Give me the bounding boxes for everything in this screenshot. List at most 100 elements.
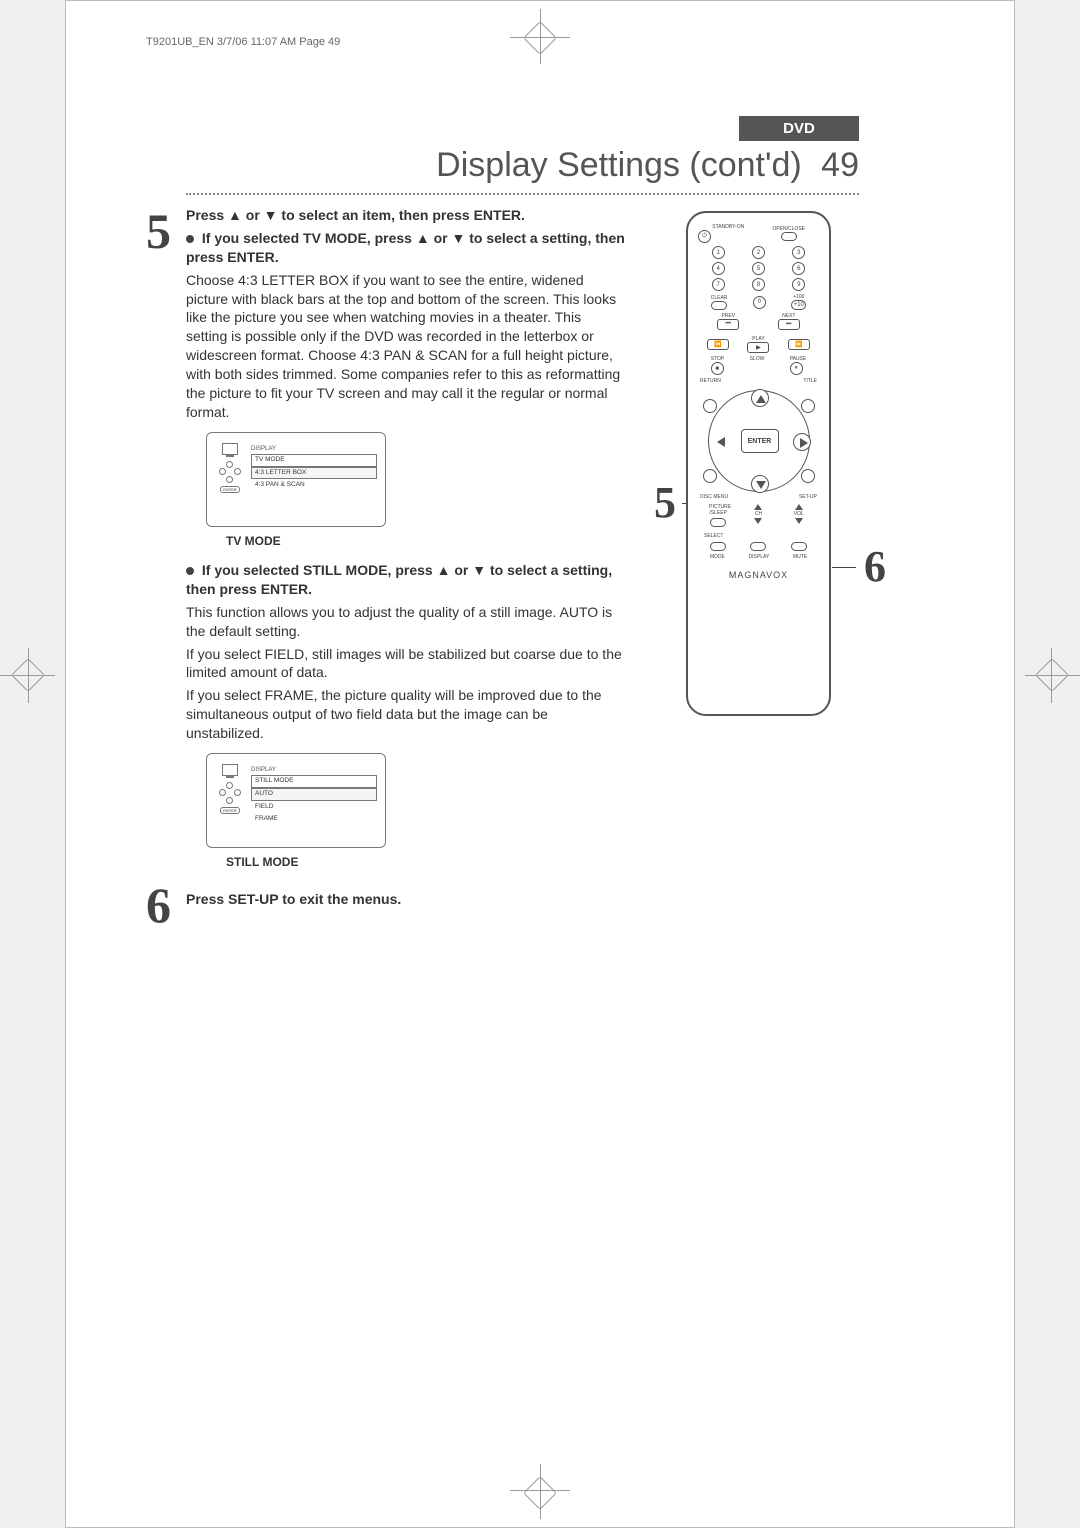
- numpad-3: 3: [792, 246, 805, 259]
- dpad-down: [751, 475, 769, 493]
- label-setup: SET-UP: [799, 494, 817, 500]
- label-openclose: OPEN/CLOSE: [759, 226, 820, 232]
- numpad-1: 1: [712, 246, 725, 259]
- stop-button: ■: [711, 362, 724, 375]
- osd-nav-icons: ENTER: [215, 764, 245, 814]
- label-vol: VOL: [790, 511, 808, 517]
- return-button: [703, 399, 717, 413]
- osd-stillmode-menu: DISPLAY STILL MODE AUTO FIELD FRAME: [251, 766, 377, 826]
- label-picture: PICTURE /SLEEP: [709, 504, 727, 516]
- ch-up-icon: [754, 504, 762, 510]
- remote-diagram: 5 6 STANDBY-ON⏻ OPEN/CLOSE 123 456 789 C…: [686, 211, 831, 716]
- step-number-5: 5: [146, 198, 171, 266]
- bullet-icon: [186, 567, 194, 575]
- label-title: TITLE: [803, 378, 817, 384]
- osd-nav-icons: ENTER: [215, 443, 245, 493]
- title-button: [801, 399, 815, 413]
- label-clear: CLEAR: [711, 295, 728, 301]
- dpad-left-icon: [717, 437, 725, 447]
- osd-row: TV MODE: [251, 454, 377, 467]
- ff-button: ⏩: [788, 339, 810, 350]
- label-plus100: +100: [791, 294, 806, 300]
- numpad-8: 8: [752, 278, 765, 291]
- step5-stillmode-body1: This function allows you to adjust the q…: [186, 603, 626, 641]
- pause-button: ⏸: [790, 362, 803, 375]
- osd-tvmode: ENTER DISPLAY TV MODE 4:3 LETTER BOX 4:3…: [206, 432, 386, 527]
- label-select: SELECT: [704, 533, 723, 539]
- ch-vol-controls: PICTURE /SLEEP CH VOL: [698, 504, 819, 529]
- content-column: 5 Press ▲ or ▼ to select an item, then p…: [186, 206, 626, 913]
- step5-stillmode-heading: If you selected STILL MODE, press ▲ or ▼…: [186, 561, 626, 599]
- label-pause: PAUSE: [790, 356, 807, 362]
- divider-dotted: [186, 193, 859, 195]
- numpad-0: 0: [753, 296, 766, 309]
- step6-heading: Press SET-UP to exit the menus.: [186, 890, 626, 909]
- osd-caption: TV MODE: [226, 533, 626, 549]
- tv-icon: [222, 443, 238, 455]
- section-tag: DVD: [739, 116, 859, 141]
- crop-mark: [523, 1476, 557, 1510]
- step-6: 6 Press SET-UP to exit the menus.: [186, 890, 626, 909]
- numpad-6: 6: [792, 262, 805, 275]
- label-mode: MODE: [710, 554, 725, 560]
- enter-icon: ENTER: [220, 807, 240, 814]
- osd-stillmode: ENTER DISPLAY STILL MODE AUTO FIELD FRAM…: [206, 753, 386, 848]
- display-button: [750, 542, 766, 551]
- prev-button: ⏮: [717, 319, 739, 330]
- osd-row: FIELD: [251, 801, 377, 814]
- standby-button: ⏻: [698, 230, 711, 243]
- next-button: ⏭: [778, 319, 800, 330]
- label-stop: STOP: [711, 356, 725, 362]
- bullet-icon: [186, 235, 194, 243]
- enter-icon: ENTER: [220, 486, 240, 493]
- picture-button: [710, 518, 726, 527]
- clear-button: [711, 301, 727, 310]
- dpad-icon: [219, 782, 241, 804]
- step5-heading: Press ▲ or ▼ to select an item, then pre…: [186, 206, 626, 225]
- osd-header: DISPLAY: [251, 766, 377, 774]
- remote-brand: MAGNAVOX: [698, 570, 819, 580]
- ch-down-icon: [754, 518, 762, 524]
- manual-page: T9201UB_EN 3/7/06 11:07 AM Page 49 DVD D…: [65, 0, 1015, 1528]
- numpad-7: 7: [712, 278, 725, 291]
- callout-6: 6: [864, 541, 886, 592]
- page-number: 49: [821, 146, 859, 184]
- dpad-right: [793, 433, 811, 451]
- label-standby: STANDBY-ON: [698, 224, 759, 230]
- step5-tvmode-body: Choose 4:3 LETTER BOX if you want to see…: [186, 271, 626, 422]
- step5-tvmode-heading: If you selected TV MODE, press ▲ or ▼ to…: [186, 229, 626, 267]
- numpad-9: 9: [792, 278, 805, 291]
- label-return: RETURN: [700, 378, 721, 384]
- crop-mark: [11, 658, 45, 692]
- osd-row: FRAME: [251, 813, 377, 826]
- play-button: ▶: [747, 342, 769, 353]
- label-slow: SLOW: [750, 356, 765, 362]
- osd-row: 4:3 PAN & SCAN: [251, 479, 377, 492]
- osd-caption: STILL MODE: [226, 854, 626, 870]
- vol-down-icon: [795, 518, 803, 524]
- crop-mark: [523, 21, 557, 55]
- step5-stillmode-bold: If you selected STILL MODE, press ▲ or ▼…: [186, 562, 612, 597]
- setup-button: [801, 469, 815, 483]
- select-button: [710, 542, 726, 551]
- vol-up-icon: [795, 504, 803, 510]
- dpad-icon: [219, 461, 241, 483]
- numpad-4: 4: [712, 262, 725, 275]
- label-mute: MUTE: [793, 554, 807, 560]
- crop-mark: [1035, 658, 1069, 692]
- step5-stillmode-body3: If you select FRAME, the picture quality…: [186, 686, 626, 743]
- osd-row: STILL MODE: [251, 775, 377, 788]
- dpad: ENTER: [708, 390, 810, 492]
- openclose-button: [781, 232, 797, 241]
- numpad-5: 5: [752, 262, 765, 275]
- step-number-6: 6: [146, 872, 171, 940]
- label-ch: CH: [749, 511, 767, 517]
- page-title: Display Settings (cont'd) 49: [436, 146, 859, 185]
- osd-header: DISPLAY: [251, 445, 377, 453]
- rew-button: ⏪: [707, 339, 729, 350]
- callout-5: 5: [654, 477, 676, 528]
- tv-icon: [222, 764, 238, 776]
- osd-row-selected: 4:3 LETTER BOX: [251, 467, 377, 480]
- print-header-note: T9201UB_EN 3/7/06 11:07 AM Page 49: [146, 36, 340, 48]
- numpad-2: 2: [752, 246, 765, 259]
